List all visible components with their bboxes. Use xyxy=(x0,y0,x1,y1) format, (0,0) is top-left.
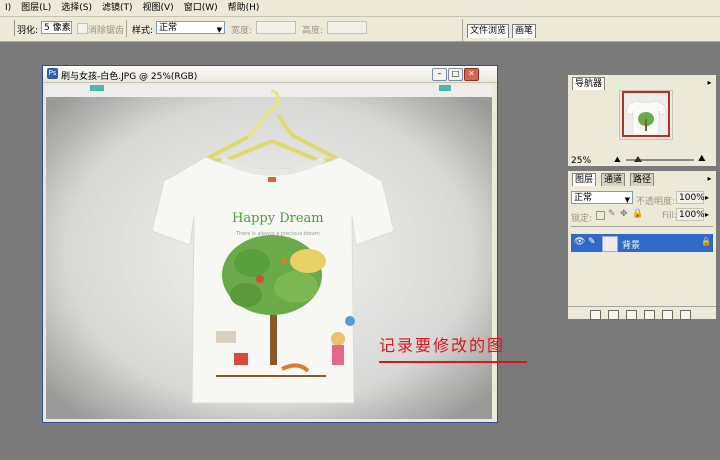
chevron-down-icon: ▼ xyxy=(624,196,630,204)
lock-transparency-icon[interactable] xyxy=(596,211,605,220)
height-input[interactable] xyxy=(327,21,367,34)
document-title: 刷与女孩-白色.JPG @ 25%(RGB) xyxy=(61,72,198,82)
panel-divider xyxy=(571,226,713,227)
feather-input[interactable]: 5 像素 xyxy=(41,21,72,34)
lock-all-icon[interactable]: 🔒 xyxy=(632,209,643,219)
close-icon[interactable]: ✕ xyxy=(464,68,479,81)
options-divider xyxy=(126,20,127,37)
tool-preset-picker[interactable] xyxy=(2,20,15,36)
tab-brushes[interactable]: 画笔 xyxy=(512,24,537,38)
navigator-view-box[interactable] xyxy=(622,91,670,137)
navigator-zoom[interactable]: 25% xyxy=(571,156,591,166)
tab-paths[interactable]: 路径 xyxy=(630,173,655,186)
panel-menu-icon[interactable]: ▸ xyxy=(705,78,714,87)
layers-footer xyxy=(568,306,716,320)
adjustment-layer-icon[interactable] xyxy=(644,310,655,320)
tshirt-photo: Happy Dream There is always a precious d… xyxy=(46,85,492,419)
zoom-in-icon[interactable]: ⛰ xyxy=(698,154,706,164)
layer-thumbnail xyxy=(602,236,618,252)
brush-icon[interactable]: ✎ xyxy=(588,237,596,247)
menu-item-window[interactable]: 窗口(W) xyxy=(179,0,223,16)
menu-item-select[interactable]: 选择(S) xyxy=(56,0,97,16)
zoom-out-icon[interactable]: ⛰ xyxy=(614,155,621,165)
eye-icon[interactable]: 👁 xyxy=(574,237,585,247)
tab-layers[interactable]: 图层 xyxy=(572,173,597,186)
tab-navigator[interactable]: 导航器 xyxy=(572,77,606,90)
style-select[interactable]: 正常 ▼ xyxy=(156,21,225,34)
menu-bar: I) 图层(L) 选择(S) 滤镜(T) 视图(V) 窗口(W) 帮助(H) xyxy=(0,0,720,17)
menu-item-layer[interactable]: 图层(L) xyxy=(16,0,56,16)
chevron-down-icon: ▼ xyxy=(216,26,222,34)
zoom-slider-thumb[interactable] xyxy=(634,156,642,162)
menu-item-image[interactable]: I) xyxy=(0,0,16,16)
width-input[interactable] xyxy=(256,21,296,34)
svg-text:Happy Dream: Happy Dream xyxy=(232,211,324,226)
document-titlebar[interactable]: Ps 刷与女孩-白色.JPG @ 25%(RGB) – □ ✕ xyxy=(43,66,497,83)
layers-panel: 图层 通道 路径 ▸ 正常 ▼ 不透明度: 100% ▸ 锁定: ✎ ✥ 🔒 F… xyxy=(567,170,717,320)
blend-mode-value: 正常 xyxy=(574,193,593,203)
antialias-checkbox[interactable] xyxy=(77,23,88,34)
fill-input[interactable]: 100% xyxy=(676,208,705,221)
lock-label: 锁定: xyxy=(571,214,593,224)
image-canvas[interactable]: Happy Dream There is always a precious d… xyxy=(46,85,492,419)
minimize-icon[interactable]: – xyxy=(432,68,447,81)
style-select-value: 正常 xyxy=(159,23,178,33)
lock-move-icon[interactable]: ✥ xyxy=(620,209,628,219)
navigator-panel: 导航器 ▸ 25% ⛰ ⛰ xyxy=(567,74,717,167)
style-label: 样式: xyxy=(132,26,154,36)
menu-item-filter[interactable]: 滤镜(T) xyxy=(97,0,138,16)
fill-label: Fill: xyxy=(662,211,678,221)
layer-row-background[interactable]: 👁 ✎ 背景 🔒 xyxy=(571,234,713,252)
add-mask-icon[interactable] xyxy=(608,310,619,320)
delete-layer-icon[interactable] xyxy=(680,310,691,320)
photoshop-doc-icon: Ps xyxy=(47,68,58,79)
layer-style-icon[interactable] xyxy=(590,310,601,320)
lock-paint-icon[interactable]: ✎ xyxy=(608,209,616,219)
opacity-label: 不透明度: xyxy=(636,197,676,207)
menu-item-view[interactable]: 视图(V) xyxy=(138,0,179,16)
document-window: Ps 刷与女孩-白色.JPG @ 25%(RGB) – □ ✕ Happy Dr… xyxy=(42,65,527,423)
menu-item-help[interactable]: 帮助(H) xyxy=(223,0,265,16)
palette-well: 文件浏览 画笔 xyxy=(462,19,720,41)
blend-mode-select[interactable]: 正常 ▼ xyxy=(571,191,633,204)
fill-arrow-icon[interactable]: ▸ xyxy=(705,210,709,219)
annotation-text: 记录要修改的图 xyxy=(379,336,506,355)
layer-name: 背景 xyxy=(622,241,641,251)
opacity-arrow-icon[interactable]: ▸ xyxy=(705,193,709,202)
lock-icon: 🔒 xyxy=(701,237,711,246)
width-label: 宽度: xyxy=(231,26,253,36)
annotation-underline xyxy=(379,361,527,363)
new-layer-icon[interactable] xyxy=(662,310,673,320)
new-group-icon[interactable] xyxy=(626,310,637,320)
opacity-input[interactable]: 100% xyxy=(676,191,705,204)
feather-label: 羽化: xyxy=(17,26,39,36)
height-label: 高度: xyxy=(302,26,324,36)
panel-menu-icon[interactable]: ▸ xyxy=(705,174,714,183)
antialias-label: 消除锯齿 xyxy=(88,26,125,36)
maximize-icon[interactable]: □ xyxy=(448,68,463,81)
tab-channels[interactable]: 通道 xyxy=(601,173,626,186)
tab-file-browser[interactable]: 文件浏览 xyxy=(467,24,510,38)
